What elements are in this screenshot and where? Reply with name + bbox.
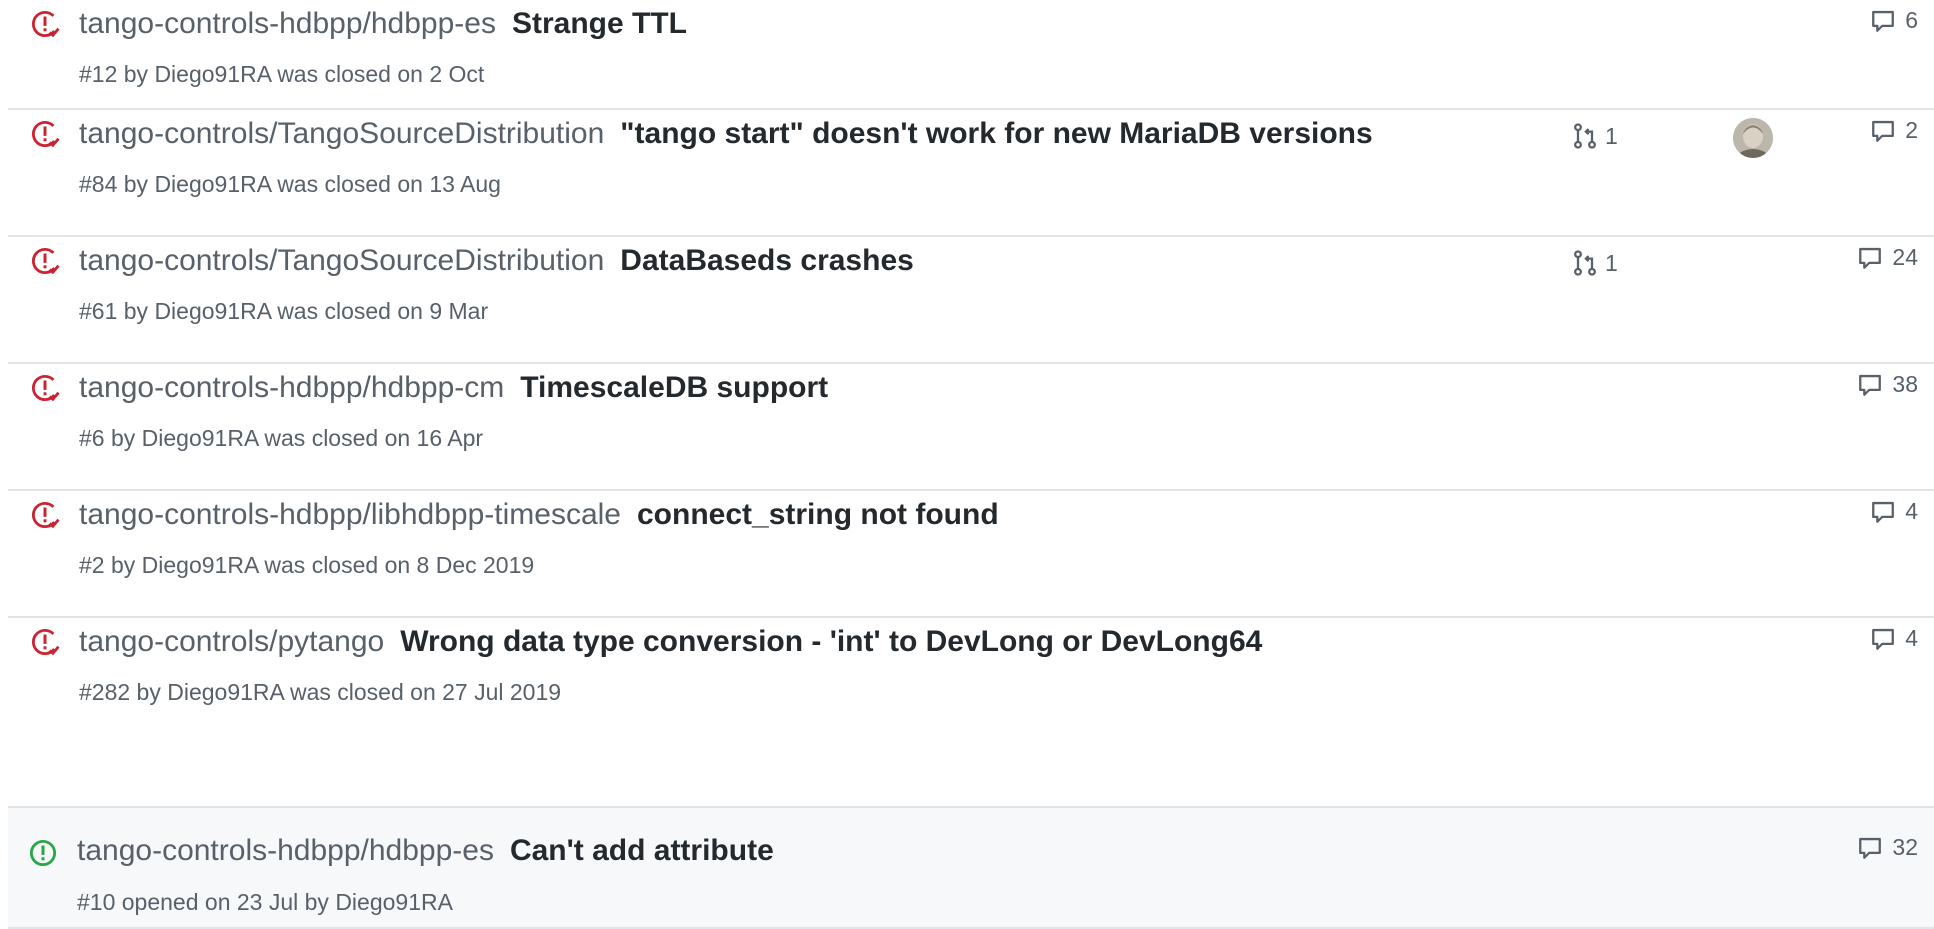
issue-meta: #6 by Diego91RA was closed on 16 Apr [79,425,484,451]
pull-request-icon [1571,122,1599,150]
repo-link[interactable]: tango-controls/TangoSourceDistribution [79,244,604,277]
open-issue-icon [28,838,58,868]
issue-title-link[interactable]: Strange TTL [512,7,687,40]
comment-count: 4 [1905,625,1918,651]
comment-count: 2 [1905,117,1918,143]
issue-row: tango-controls-hdbpp/hdbpp-es Can't add a… [8,806,1934,929]
issue-title-link[interactable]: Wrong data type conversion - 'int' to De… [400,625,1262,658]
issue-meta: #10 opened on 23 Jul by Diego91RA [77,889,453,915]
linked-pr-count: 1 [1605,122,1618,149]
pull-request-icon [1571,249,1599,277]
repo-link[interactable]: tango-controls-hdbpp/hdbpp-cm [79,371,504,404]
comment-count: 38 [1892,371,1918,397]
linked-pr-link[interactable]: 1 [1571,122,1618,150]
comments-link[interactable]: 2 [1870,117,1918,144]
closed-issue-icon [30,627,60,657]
issue-title-link[interactable]: TimescaleDB support [520,371,828,404]
comment-count: 24 [1892,244,1918,270]
comment-icon [1857,372,1883,398]
closed-issue-icon [30,9,60,39]
repo-link[interactable]: tango-controls-hdbpp/hdbpp-es [79,7,496,40]
issue-row: tango-controls-hdbpp/hdbpp-cm TimescaleDB… [8,364,1934,491]
comments-link[interactable]: 24 [1857,244,1918,271]
closed-issue-icon [30,246,60,276]
comment-count: 6 [1905,7,1918,33]
closed-issue-icon [30,500,60,530]
comments-link[interactable]: 4 [1870,498,1918,525]
comment-icon [1870,499,1896,525]
linked-pr-link[interactable]: 1 [1571,249,1618,277]
comments-link[interactable]: 32 [1857,834,1918,861]
repo-link[interactable]: tango-controls/TangoSourceDistribution [79,117,604,150]
issue-meta: #2 by Diego91RA was closed on 8 Dec 2019 [79,552,535,578]
issue-title-link[interactable]: Can't add attribute [510,834,774,867]
repo-link[interactable]: tango-controls/pytango [79,625,384,658]
repo-link[interactable]: tango-controls-hdbpp/hdbpp-es [77,834,494,867]
closed-issue-icon [30,119,60,149]
comment-icon [1857,835,1883,861]
comment-icon [1857,245,1883,271]
closed-issue-icon [30,373,60,403]
issue-meta: #282 by Diego91RA was closed on 27 Jul 2… [79,679,562,705]
issue-row: tango-controls-hdbpp/hdbpp-es Strange TTL… [8,0,1934,110]
comments-link[interactable]: 4 [1870,625,1918,652]
issue-row: tango-controls/pytango Wrong data type co… [8,618,1934,806]
issue-title-link[interactable]: DataBaseds crashes [620,244,914,277]
comments-link[interactable]: 38 [1857,371,1918,398]
comment-icon [1870,626,1896,652]
issue-meta: #61 by Diego91RA was closed on 9 Mar [79,298,489,324]
repo-link[interactable]: tango-controls-hdbpp/libhdbpp-timescale [79,498,621,531]
comment-icon [1870,8,1896,34]
comment-icon [1870,118,1896,144]
comment-count: 32 [1892,834,1918,860]
issue-title-link[interactable]: connect_string not found [637,498,999,531]
issue-row: tango-controls/TangoSourceDistribution "t… [8,110,1934,237]
issue-list: tango-controls-hdbpp/hdbpp-es Strange TTL… [0,0,1934,929]
issue-meta: #84 by Diego91RA was closed on 13 Aug [79,171,501,197]
linked-pr-count: 1 [1605,249,1618,276]
issue-row: tango-controls/TangoSourceDistribution Da… [8,237,1934,364]
issue-row: tango-controls-hdbpp/libhdbpp-timescale c… [8,491,1934,618]
comments-link[interactable]: 6 [1870,7,1918,34]
issue-meta: #12 by Diego91RA was closed on 2 Oct [79,61,485,87]
comment-count: 4 [1905,498,1918,524]
assignee-avatar[interactable] [1733,118,1773,158]
issue-title-link[interactable]: "tango start" doesn't work for new Maria… [620,117,1372,150]
